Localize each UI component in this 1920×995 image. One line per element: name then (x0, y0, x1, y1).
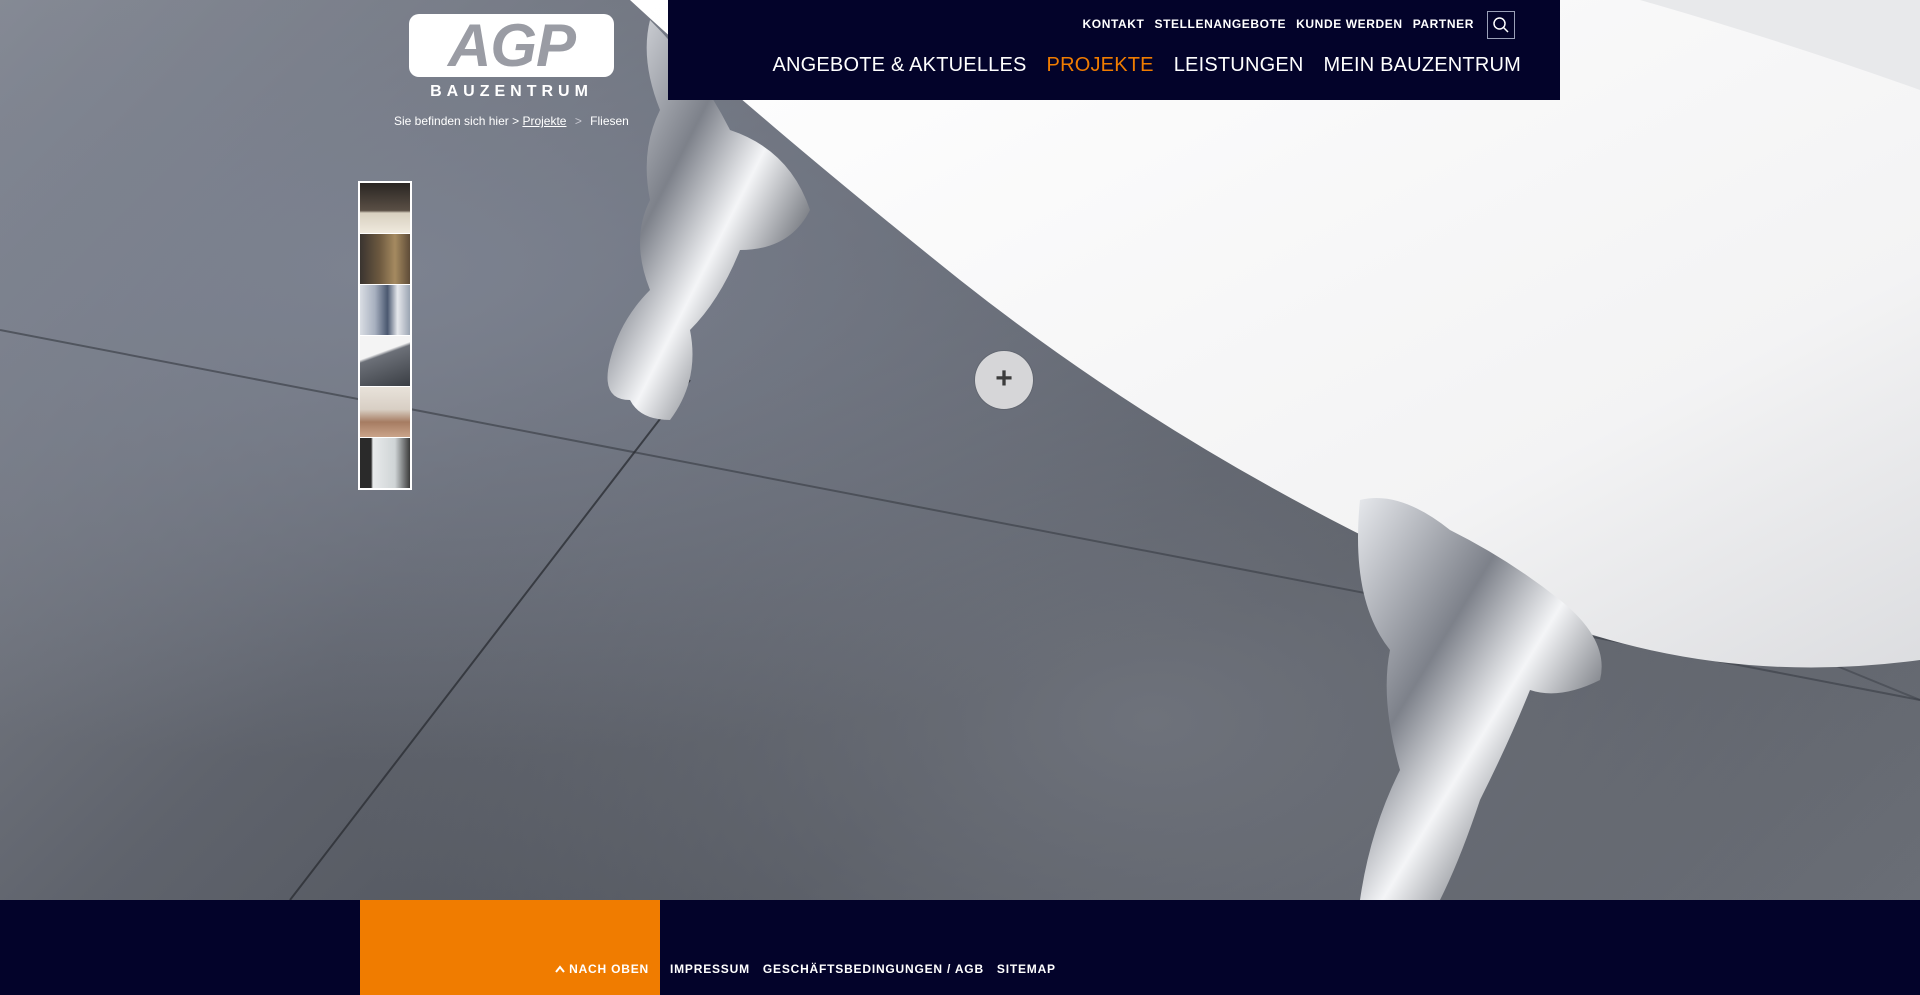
nav-leistungen[interactable]: LEISTUNGEN (1174, 53, 1304, 77)
bathtub-scene (0, 0, 1920, 900)
nav-partner[interactable]: PARTNER (1413, 16, 1474, 32)
breadcrumb-current: Fliesen (590, 114, 629, 128)
breadcrumb: Sie befinden sich hier > Projekte > Flie… (394, 113, 629, 129)
nav-projekte[interactable]: PROJEKTE (1047, 53, 1154, 77)
header-bar: KONTAKT STELLENANGEBOTE KUNDE WERDEN PAR… (668, 0, 1560, 100)
chevron-up-icon (555, 965, 565, 973)
plus-icon: + (995, 362, 1013, 395)
footer-link-sitemap[interactable]: SITEMAP (997, 962, 1056, 976)
nav-angebote-aktuelles[interactable]: ANGEBOTE & AKTUELLES (772, 53, 1026, 77)
nav-kunde-werden[interactable]: KUNDE WERDEN (1296, 16, 1403, 32)
back-to-top-link[interactable]: NACH OBEN (555, 962, 649, 976)
thumbnail-2[interactable] (360, 234, 410, 284)
thumbnail-3[interactable] (360, 285, 410, 335)
thumbnail-6[interactable] (360, 438, 410, 488)
search-button[interactable] (1487, 11, 1515, 39)
footer-link-impressum[interactable]: IMPRESSUM (670, 962, 750, 976)
footer-links: IMPRESSUM GESCHÄFTSBEDINGUNGEN / AGB SIT… (670, 962, 1056, 976)
nav-kontakt[interactable]: KONTAKT (1083, 16, 1145, 32)
logo-letters: AGP (447, 11, 576, 79)
agp-logo[interactable]: AGP BAUZENTRUM (409, 14, 614, 104)
footer-link-agb[interactable]: GESCHÄFTSBEDINGUNGEN / AGB (763, 962, 984, 976)
back-to-top-label: NACH OBEN (569, 962, 649, 976)
nav-stellenangebote[interactable]: STELLENANGEBOTE (1154, 16, 1286, 32)
search-icon (1493, 17, 1509, 33)
thumbnail-5[interactable] (360, 387, 410, 437)
main-nav: ANGEBOTE & AKTUELLES PROJEKTE LEISTUNGEN… (772, 53, 1521, 77)
thumbnail-4[interactable] (360, 336, 410, 386)
footer-accent-block: NACH OBEN (360, 900, 660, 995)
zoom-button[interactable]: + (975, 351, 1033, 409)
thumbnail-strip (358, 181, 412, 490)
hero-image (0, 0, 1920, 900)
footer: NACH OBEN IMPRESSUM GESCHÄFTSBEDINGUNGEN… (0, 900, 1920, 995)
breadcrumb-separator: > (574, 114, 582, 128)
logo-mark: AGP (409, 14, 614, 77)
thumbnail-1[interactable] (360, 183, 410, 233)
logo-subtitle: BAUZENTRUM (430, 83, 593, 100)
breadcrumb-prefix: Sie befinden sich hier > (394, 114, 520, 128)
utility-nav: KONTAKT STELLENANGEBOTE KUNDE WERDEN PAR… (1083, 16, 1475, 32)
nav-mein-bauzentrum[interactable]: MEIN BAUZENTRUM (1324, 53, 1521, 77)
breadcrumb-link-projekte[interactable]: Projekte (522, 114, 566, 128)
